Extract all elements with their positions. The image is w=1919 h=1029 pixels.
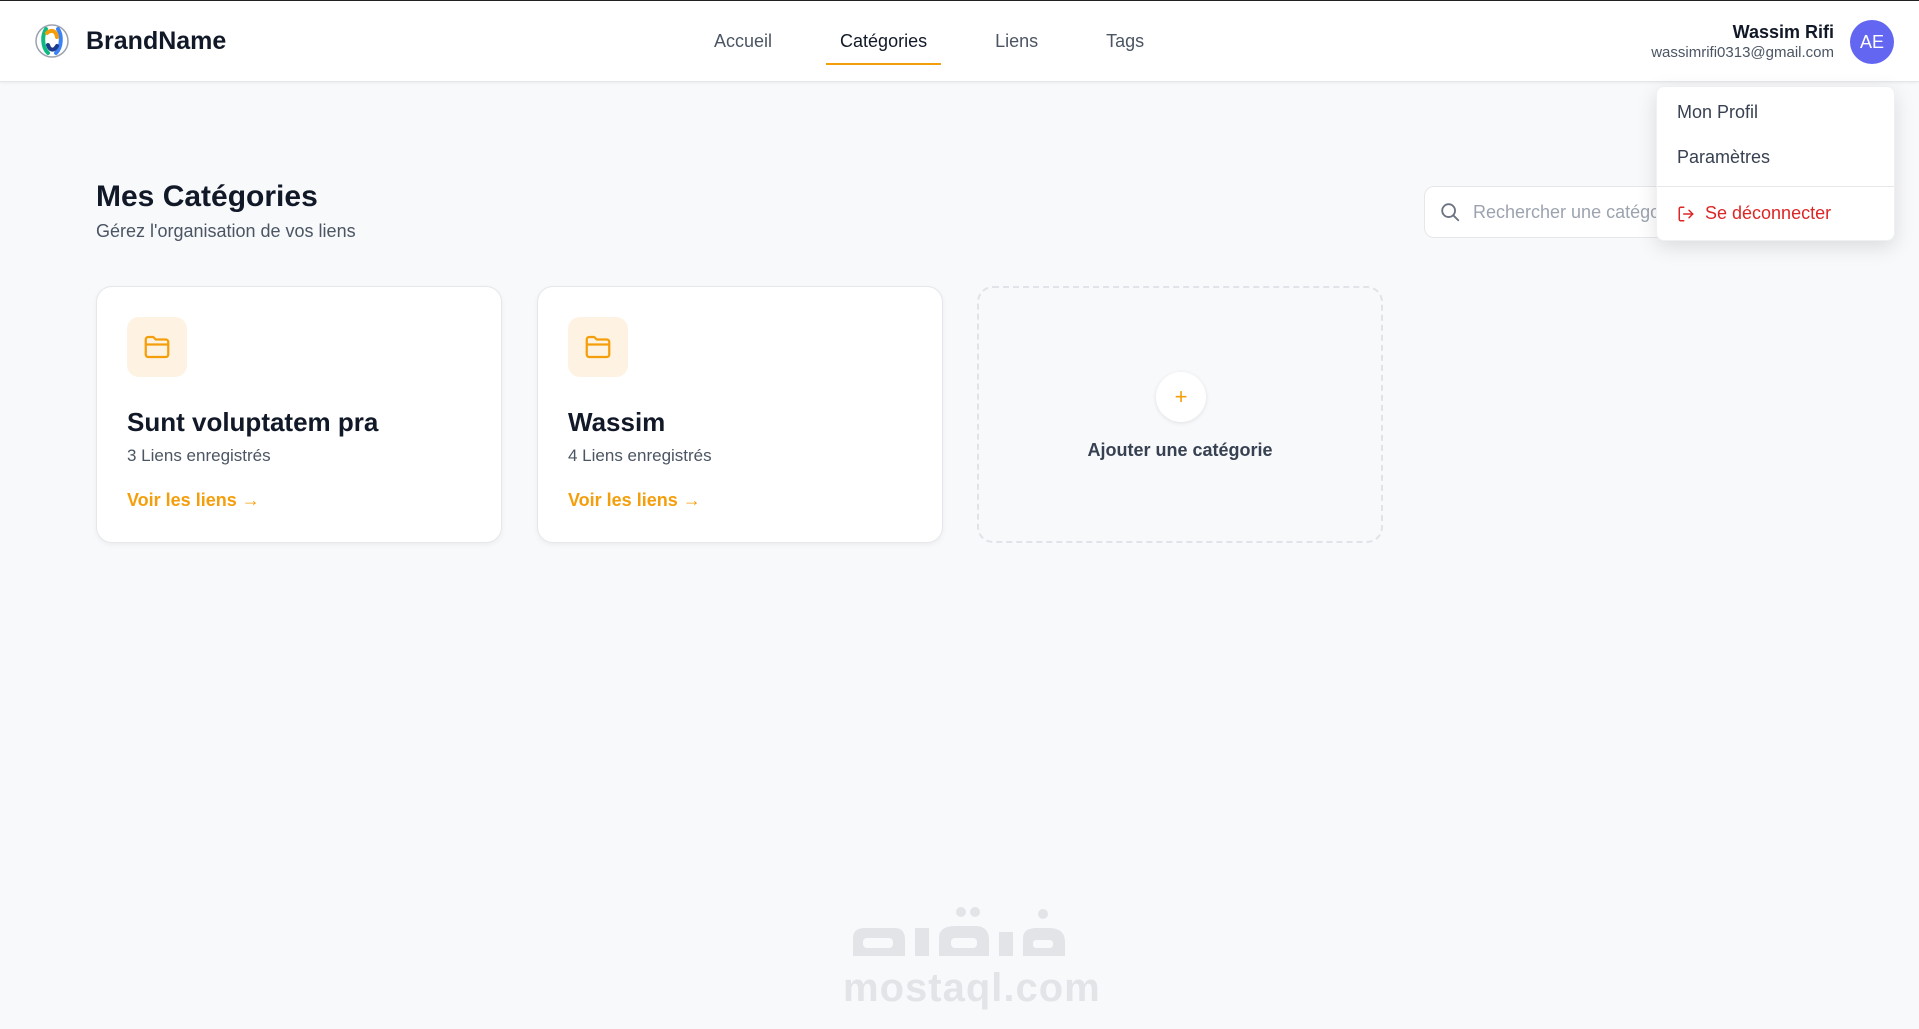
logout-label: Se déconnecter	[1705, 203, 1832, 223]
category-card[interactable]: Sunt voluptatem pra 3 Liens enregistrés …	[96, 286, 502, 543]
category-link-count: 3 Liens enregistrés	[127, 446, 271, 465]
nav-item-tags[interactable]: Tags	[1092, 1, 1158, 82]
nav-item-liens[interactable]: Liens	[981, 1, 1052, 82]
user-menu-trigger[interactable]: Wassim Rifi wassimrifi0313@gmail.com AE	[1651, 20, 1894, 64]
folder-icon	[585, 335, 611, 359]
top-navbar: BrandName Accueil Catégories Liens Tags …	[0, 1, 1919, 82]
avatar[interactable]: AE	[1850, 20, 1894, 64]
category-name: Sunt voluptatem pra	[127, 407, 379, 437]
user-email: wassimrifi0313@gmail.com	[1651, 44, 1834, 61]
menu-item-parametres[interactable]: Paramètres	[1677, 147, 1770, 168]
menu-item-mon-profil[interactable]: Mon Profil	[1677, 102, 1758, 123]
page-title: Mes Catégories	[96, 180, 318, 213]
page-subtitle: Gérez l'organisation de vos liens	[96, 221, 356, 241]
user-info: Wassim Rifi wassimrifi0313@gmail.com	[1651, 21, 1834, 63]
watermark-text: mostaql.com	[843, 966, 1101, 1010]
logout-icon	[1678, 206, 1694, 221]
category-link-count: 4 Liens enregistrés	[568, 446, 712, 465]
user-dropdown-menu: Mon Profil Paramètres Se déconnecter	[1656, 86, 1895, 241]
view-links-link[interactable]: Voir les liens →	[127, 490, 260, 511]
brand-name: BrandName	[86, 26, 227, 55]
category-card[interactable]: Wassim 4 Liens enregistrés Voir les lien…	[537, 286, 943, 543]
watermark: mostaql.com	[843, 898, 1101, 1010]
brand[interactable]: BrandName	[32, 19, 226, 63]
nav-item-categories[interactable]: Catégories	[826, 1, 942, 82]
user-name: Wassim Rifi	[1732, 22, 1834, 42]
folder-icon-box	[127, 317, 187, 377]
logout-button[interactable]: Se déconnecter	[1677, 203, 1831, 224]
add-category-label: Ajouter une catégorie	[1087, 440, 1273, 460]
add-category-card[interactable]: + Ajouter une catégorie	[977, 286, 1383, 543]
watermark-logo-icon	[853, 907, 1065, 956]
search-icon	[1441, 203, 1460, 222]
folder-icon	[144, 335, 170, 359]
category-name: Wassim	[568, 407, 666, 437]
nav-item-accueil[interactable]: Accueil	[700, 1, 786, 82]
view-links-link[interactable]: Voir les liens →	[568, 490, 701, 511]
plus-icon: +	[1156, 372, 1206, 422]
folder-icon-box	[568, 317, 628, 377]
main-nav: Accueil Catégories Liens Tags	[700, 1, 1158, 82]
brand-logo-icon	[35, 24, 69, 58]
menu-divider	[1657, 186, 1894, 187]
